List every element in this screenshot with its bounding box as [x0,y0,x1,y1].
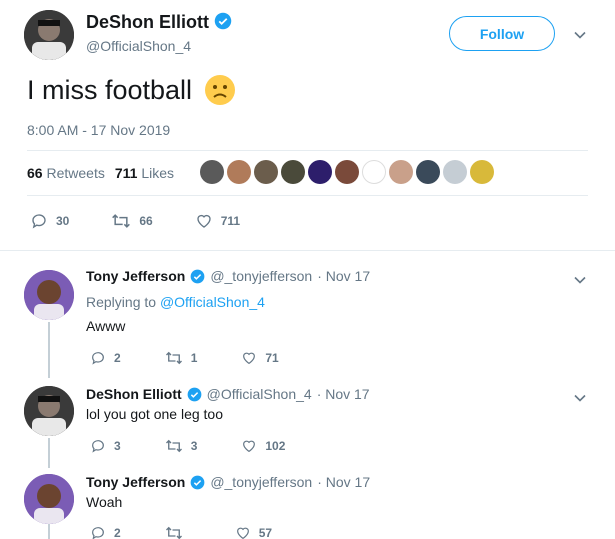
reply-text: Woah [86,494,123,510]
reply-date[interactable]: · Nov 17 [317,474,370,490]
heart-icon [236,527,249,539]
verified-icon [190,475,205,489]
reply-author-handle[interactable]: @_tonyjefferson [210,474,312,490]
verified-icon [187,387,202,401]
author-avatar[interactable] [24,10,74,60]
reply-icon [92,440,104,453]
heart-icon [243,352,256,365]
avatar[interactable] [254,160,278,184]
reply-actions: 3 3 102 [90,438,285,454]
divider [0,250,615,251]
avatar[interactable] [200,160,224,184]
reply-date[interactable]: · Nov 17 [317,268,370,284]
reply-author-handle[interactable]: @OfficialShon_4 [207,386,312,402]
reply-icon [32,214,46,229]
avatar[interactable] [389,160,413,184]
avatar[interactable] [227,160,251,184]
divider [27,195,588,196]
reply-avatar[interactable] [24,386,74,436]
tweet-actions: 30 66 711 [30,212,240,230]
chevron-down-icon[interactable] [573,273,587,287]
reply-icon [92,527,104,539]
divider [27,150,588,151]
reply-text: Awww [86,318,126,334]
reply-avatar[interactable] [24,474,74,524]
tweet-timestamp[interactable]: 8:00 AM - 17 Nov 2019 [27,122,170,138]
avatar[interactable] [308,160,332,184]
reply-header: Tony Jefferson @_tonyjefferson · Nov 17 [86,474,370,490]
heart-icon [243,440,256,453]
reply-header: Tony Jefferson @_tonyjefferson · Nov 17 [86,268,370,284]
reply-date[interactable]: · Nov 17 [317,386,370,402]
tweet-text: I miss football [27,74,236,106]
reply-icon [92,352,104,365]
reply-button[interactable]: 2 [90,350,121,366]
retweet-icon [165,351,182,365]
likes-stat[interactable]: 711 Likes [115,165,174,181]
retweet-icon [165,439,182,453]
like-button[interactable]: 57 [235,525,272,539]
retweet-icon [112,214,131,228]
reply-button[interactable]: 2 [90,525,121,539]
reply-author-name[interactable]: Tony Jefferson [86,474,185,490]
avatar[interactable] [416,160,440,184]
heart-icon [197,214,211,228]
retweet-button[interactable] [165,525,191,539]
verified-icon [190,269,205,283]
verified-icon [214,12,232,30]
chevron-down-icon[interactable] [573,28,587,42]
author-handle[interactable]: @OfficialShon_4 [86,38,191,54]
author-name[interactable]: DeShon Elliott [86,12,232,33]
reply-text: lol you got one leg too [86,406,223,422]
thread-line [48,524,50,539]
avatar[interactable] [443,160,467,184]
like-button[interactable]: 711 [195,212,240,230]
reply-author-name[interactable]: Tony Jefferson [86,268,185,284]
reply-author-handle[interactable]: @_tonyjefferson [210,268,312,284]
avatar[interactable] [362,160,386,184]
retweets-stat[interactable]: 66 Retweets [27,165,105,181]
thread-line [48,438,50,468]
avatar[interactable] [470,160,494,184]
reply-button[interactable]: 3 [90,438,121,454]
reply-avatar[interactable] [24,270,74,320]
like-button[interactable]: 71 [241,350,279,366]
thread-line [48,322,50,378]
tweet-stats: 66 Retweets 711 Likes [27,165,174,181]
like-button[interactable]: 102 [241,438,285,454]
replying-to-link[interactable]: @OfficialShon_4 [160,294,265,310]
chevron-down-icon[interactable] [573,391,587,405]
tweet-body: I miss football [27,74,193,105]
avatar[interactable] [335,160,359,184]
reply-author-name[interactable]: DeShon Elliott [86,386,182,402]
liker-avatars [200,160,494,184]
replying-to: Replying to @OfficialShon_4 [86,294,265,310]
reply-actions: 2 1 71 [90,350,279,366]
retweet-button[interactable]: 1 [165,350,197,366]
sad-face-emoji-icon [205,75,236,105]
reply-actions: 2 57 [90,525,272,539]
follow-button[interactable]: Follow [449,16,555,51]
retweet-icon [165,526,182,539]
retweet-button[interactable]: 3 [165,438,197,454]
reply-header: DeShon Elliott @OfficialShon_4 · Nov 17 [86,386,370,402]
retweet-button[interactable]: 66 [111,212,153,230]
reply-button[interactable]: 30 [30,212,69,230]
avatar[interactable] [281,160,305,184]
